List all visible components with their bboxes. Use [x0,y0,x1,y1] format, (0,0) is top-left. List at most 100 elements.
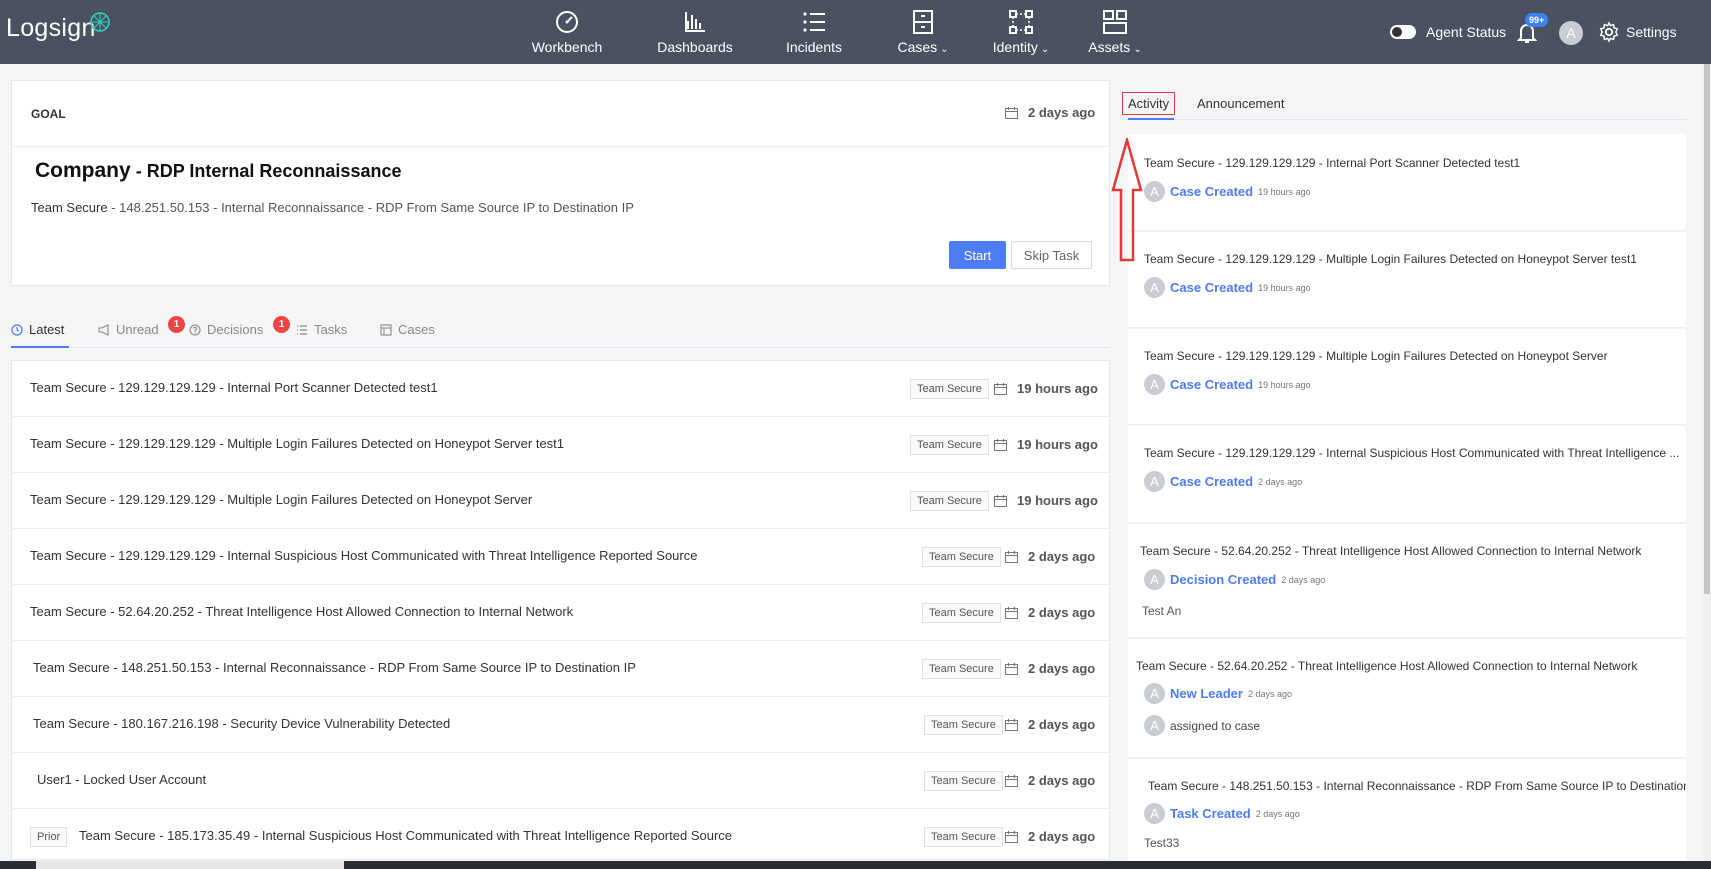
list-item[interactable]: Team Secure - 129.129.129.129 - Multiple… [12,473,1109,529]
goal-description: Team Secure - 148.251.50.153 - Internal … [31,200,634,215]
list-item-title: Team Secure - 185.173.35.49 - Internal S… [79,828,733,843]
list-item-title: Team Secure - 129.129.129.129 - Internal… [30,548,698,563]
activity-time: 2 days ago [1258,476,1303,487]
logo-text: Logsign [6,14,96,42]
skip-task-button[interactable]: Skip Task [1011,241,1092,269]
nav-identity[interactable]: Identity ⌄ [986,0,1056,64]
settings-label: Settings [1626,24,1677,40]
case-icon [380,323,392,336]
avatar: A [1144,277,1165,298]
activity-submeta: A assigned to case [1144,715,1260,736]
activity-item[interactable]: Team Secure - 148.251.50.153 - Internal … [1128,759,1686,869]
activity-feed: Team Secure - 129.129.129.129 - Internal… [1128,134,1686,869]
nav-cases-text: Cases [897,39,938,55]
tab-unread[interactable]: Unread 1 [98,316,185,337]
identity-nodes-icon [1009,10,1033,34]
tab-tasks[interactable]: Tasks [296,322,347,337]
tab-decisions[interactable]: Decisions 1 [189,316,290,337]
calendar-icon [1005,606,1018,619]
nav-cases-label: Cases ⌄ [897,39,948,55]
activity-title: Team Secure - 52.64.20.252 - Threat Inte… [1136,659,1638,673]
goal-desc-team: Team Secure [31,200,108,215]
chevron-down-icon: ⌄ [940,44,949,55]
goal-title-separator: - [135,161,142,181]
tab-latest[interactable]: Latest [11,322,64,337]
activity-item[interactable]: Team Secure - 129.129.129.129 - Multiple… [1128,232,1686,328]
settings-button[interactable]: Settings [1598,0,1677,64]
list-item[interactable]: Team Secure - 129.129.129.129 - Internal… [12,529,1109,585]
list-item[interactable]: Team Secure - 129.129.129.129 - Multiple… [12,417,1109,473]
page-scrollbar[interactable] [1703,64,1711,869]
calendar-icon [994,494,1007,507]
gauge-icon [556,11,578,33]
goal-title-rest: RDP Internal Reconnaissance [146,161,402,181]
activity-action[interactable]: Case Created [1170,474,1253,489]
list-item[interactable]: Team Secure - 148.251.50.153 - Internal … [12,641,1109,697]
unread-badge: 1 [168,316,185,333]
list-item-date: 2 days ago [1005,773,1095,788]
team-tag: Team Secure [924,715,1003,735]
activity-title: Team Secure - 129.129.129.129 - Multiple… [1144,252,1637,266]
tab-activity[interactable]: Activity [1122,92,1176,115]
activity-item[interactable]: Team Secure - 52.64.20.252 - Threat Inte… [1128,524,1686,638]
nav-dashboards-label: Dashboards [657,39,733,55]
activity-action[interactable]: Task Created [1170,806,1251,821]
nav-assets[interactable]: Assets ⌄ [1083,0,1147,64]
tab-decisions-label: Decisions [207,322,264,337]
feed-tabs: Latest Unread 1 Decisions 1 Tasks Cases [11,316,1110,348]
gear-icon [1599,21,1619,43]
list-item-date: 19 hours ago [994,493,1098,508]
avatar: A [1144,683,1165,704]
activity-item[interactable]: Team Secure - 129.129.129.129 - Multiple… [1128,329,1686,425]
goal-header: GOAL 2 days ago [12,81,1109,147]
activity-meta: A Case Created 19 hours ago [1144,374,1311,395]
activity-title: Team Secure - 129.129.129.129 - Multiple… [1144,349,1608,363]
toggle-switch[interactable] [1390,25,1416,39]
nav-identity-text: Identity [992,39,1038,55]
calendar-icon [1005,774,1018,787]
activity-item[interactable]: Team Secure - 129.129.129.129 - Internal… [1128,134,1686,231]
activity-item[interactable]: Team Secure - 52.64.20.252 - Threat Inte… [1128,639,1686,758]
list-item[interactable]: Team Secure - 52.64.20.252 - Threat Inte… [12,585,1109,641]
right-panel-tabs: Activity Announcement [1122,88,1687,120]
agent-status-toggle[interactable]: Agent Status [1390,0,1506,64]
nav-incidents[interactable]: Incidents [782,0,846,64]
list-item[interactable]: Prior Team Secure - 185.173.35.49 - Inte… [12,809,1109,859]
activity-item[interactable]: Team Secure - 129.129.129.129 - Internal… [1128,426,1686,523]
list-item[interactable]: User1 - Locked User Account Team Secure … [12,753,1109,809]
team-tag: Team Secure [922,547,1001,567]
list-item-title: Team Secure - 148.251.50.153 - Internal … [33,660,636,675]
tab-cases[interactable]: Cases [380,322,435,337]
nav-cases[interactable]: Cases ⌄ [893,0,953,64]
activity-time: 2 days ago [1281,574,1326,585]
avatar: A [1144,471,1165,492]
activity-action[interactable]: Decision Created [1170,572,1276,587]
activity-note: assigned to case [1170,718,1261,733]
activity-meta: A Decision Created 2 days ago [1144,569,1325,590]
active-tab-indicator [1128,118,1174,120]
list-item-title: Team Secure - 129.129.129.129 - Multiple… [30,436,565,451]
start-button[interactable]: Start [949,241,1006,269]
activity-action[interactable]: Case Created [1170,280,1253,295]
activity-action[interactable]: New Leader [1170,686,1243,701]
avatar: A [1144,715,1165,736]
activity-note: Test33 [1144,836,1180,850]
list-item-title: Team Secure - 180.167.216.198 - Security… [33,716,451,731]
list-item-date: 2 days ago [1005,717,1095,732]
list-item[interactable]: Team Secure - 129.129.129.129 - Internal… [12,361,1109,417]
avatar: A [1144,803,1165,824]
goal-title: Company - RDP Internal Reconnaissance [35,159,401,183]
logsign-logo[interactable]: Logsign [6,12,110,43]
list-item-date-text: 19 hours ago [1017,381,1098,396]
activity-action[interactable]: Case Created [1170,377,1253,392]
nav-dashboards[interactable]: Dashboards [655,0,735,64]
tab-announcement[interactable]: Announcement [1197,96,1284,111]
activity-meta: A Task Created 2 days ago [1144,803,1300,824]
goal-date: 2 days ago [1005,105,1095,120]
nav-workbench[interactable]: Workbench [532,0,602,64]
activity-action[interactable]: Case Created [1170,184,1253,199]
logo-mark-icon [90,12,110,32]
list-item[interactable]: Team Secure - 180.167.216.198 - Security… [12,697,1109,753]
scrollbar-thumb[interactable] [1704,64,1710,594]
user-avatar[interactable]: A [1559,21,1583,45]
